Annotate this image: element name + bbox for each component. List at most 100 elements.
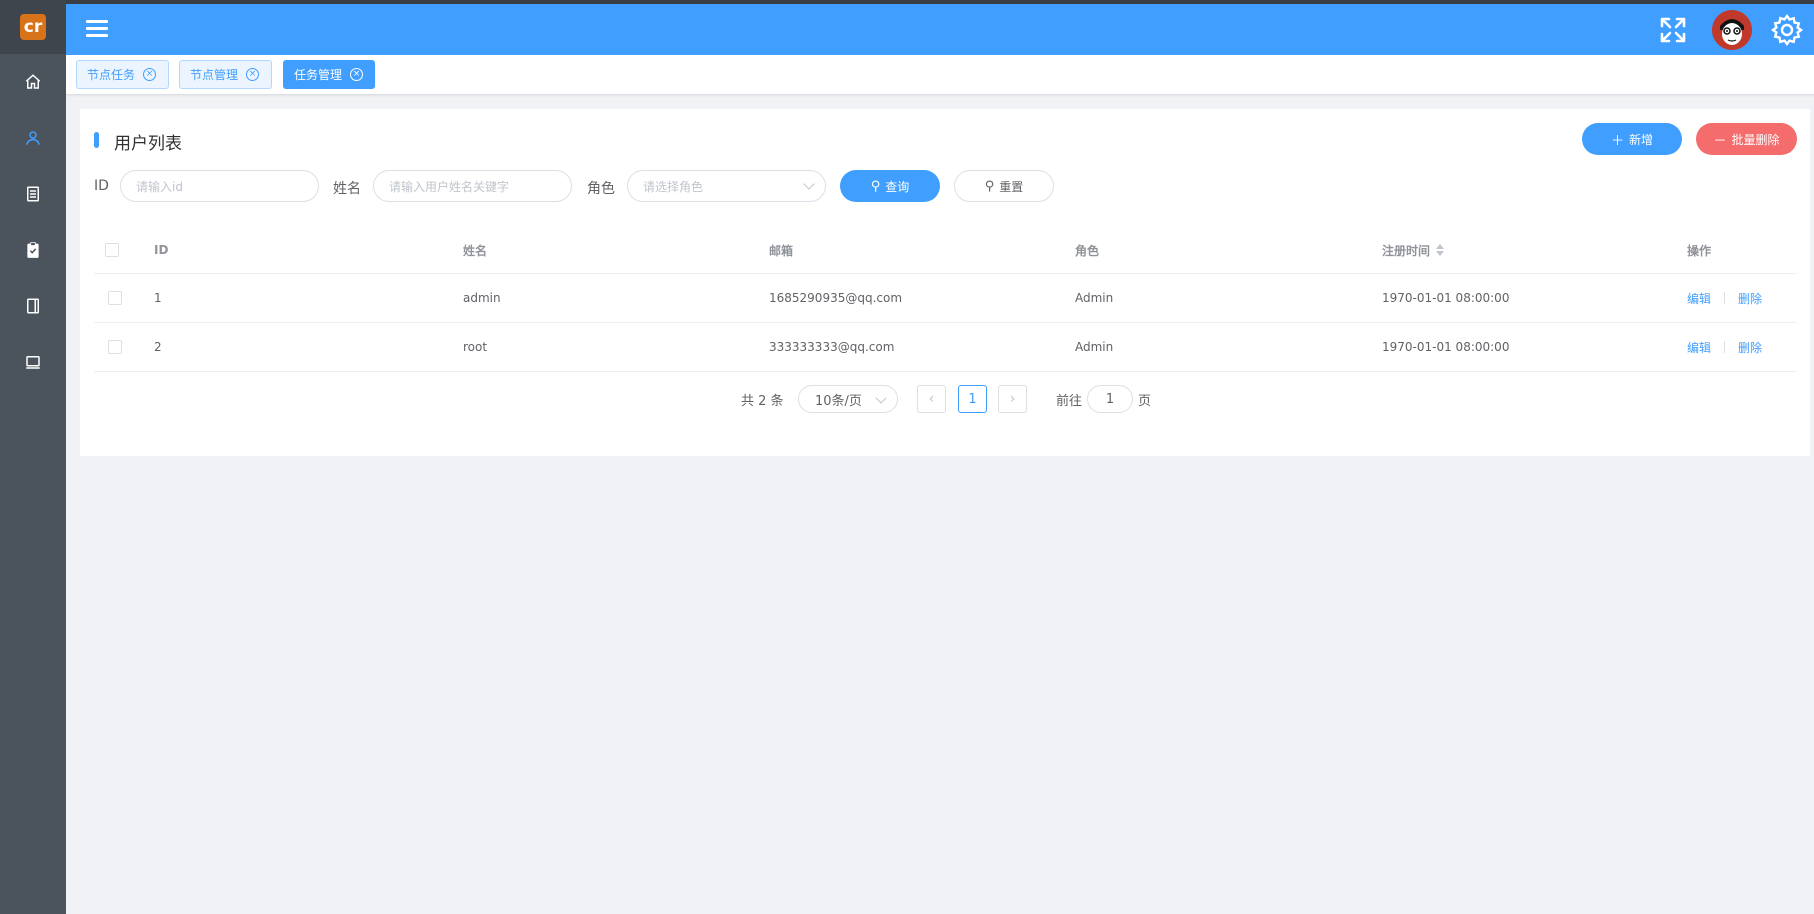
sidebar: cr <box>0 0 66 914</box>
delete-link[interactable]: 删除 <box>1738 339 1762 356</box>
tags-bar: 节点任务 × 节点管理 × 任务管理 × <box>66 55 1814 95</box>
reset-button[interactable]: ⚲ 重置 <box>954 170 1054 202</box>
plus-icon: ＋ <box>1610 133 1624 149</box>
divider <box>1724 292 1726 304</box>
avatar[interactable] <box>1712 9 1752 50</box>
notebook-icon <box>27 298 39 314</box>
page-suffix-label: 页 <box>1138 394 1152 409</box>
tag-label: 任务管理 <box>294 68 343 82</box>
cell-reg-time: 1970-01-01 08:00:00 <box>1382 340 1510 354</box>
table-row: 1 admin 1685290935@qq.com Admin 1970-01-… <box>94 274 1797 323</box>
id-label: ID <box>94 178 109 194</box>
sidebar-item-clipboard[interactable] <box>0 222 66 278</box>
app-logo: cr <box>20 14 46 40</box>
sidebar-item-document[interactable] <box>0 166 66 222</box>
menu-toggle-icon[interactable] <box>86 20 108 40</box>
row-checkbox[interactable] <box>108 291 122 305</box>
user-icon <box>26 131 40 145</box>
page-number-button[interactable]: 1 <box>958 385 987 413</box>
add-button-label: 新增 <box>1629 132 1654 147</box>
divider <box>1724 341 1726 353</box>
sidebar-item-notebook[interactable] <box>0 278 66 334</box>
name-input[interactable]: 请输入用户姓名关键字 <box>373 170 572 202</box>
cell-name: root <box>463 340 488 354</box>
title-accent <box>94 132 99 148</box>
add-button[interactable]: ＋ 新增 <box>1582 123 1682 155</box>
edit-link[interactable]: 编辑 <box>1687 339 1711 356</box>
cell-email: 333333333@qq.com <box>769 340 895 354</box>
goto-label: 前往 <box>1056 394 1083 409</box>
close-icon[interactable]: × <box>143 68 157 81</box>
user-table: ID 姓名 邮箱 角色 注册时间 操作 1 admin 1685290935@q… <box>94 227 1797 372</box>
close-icon[interactable]: × <box>350 68 364 81</box>
search-icon: ⚲ <box>870 178 881 194</box>
sidebar-item-user[interactable] <box>0 110 66 166</box>
cell-reg-time: 1970-01-01 08:00:00 <box>1382 291 1510 305</box>
next-page-button[interactable]: › <box>998 385 1027 413</box>
select-all-checkbox-cell <box>105 227 119 273</box>
tag-label: 节点任务 <box>87 68 136 82</box>
header-bar <box>66 4 1814 55</box>
page-size-select[interactable]: 10条/页 <box>798 385 898 413</box>
search-icon: ⚲ <box>984 178 995 194</box>
cell-id: 1 <box>154 291 162 305</box>
sidebar-item-monitor[interactable] <box>0 334 66 390</box>
chevron-left-icon: ‹ <box>928 391 935 407</box>
header-id: ID <box>154 243 169 257</box>
pagination: 共 2 条 10条/页 ‹ 1 › 前往 1 页 <box>80 383 1810 413</box>
query-label: 查询 <box>885 179 910 194</box>
header-reg-time[interactable]: 注册时间 <box>1382 227 1445 273</box>
query-button[interactable]: ⚲ 查询 <box>840 170 940 202</box>
settings-gear-icon[interactable] <box>1770 13 1804 47</box>
reset-label: 重置 <box>999 179 1024 194</box>
chevron-down-icon <box>875 392 887 404</box>
page-size-label: 10条/页 <box>815 393 862 409</box>
home-icon <box>25 74 41 89</box>
chevron-down-icon <box>803 178 815 190</box>
page-title: 用户列表 <box>114 134 182 154</box>
role-label: 角色 <box>587 181 615 197</box>
row-checkbox[interactable] <box>108 340 122 354</box>
select-all-checkbox[interactable] <box>105 243 119 257</box>
role-select[interactable]: 请选择角色 <box>627 170 826 202</box>
minus-icon: － <box>1713 133 1727 149</box>
id-input[interactable]: 请输入id <box>120 170 319 202</box>
name-label: 姓名 <box>333 181 361 197</box>
user-list-card: 用户列表 ＋ 新增 － 批量删除 ID 请输入id 姓名 请输入用户姓名关键字 … <box>80 109 1810 456</box>
cell-email: 1685290935@qq.com <box>769 291 903 305</box>
sidebar-item-home[interactable] <box>0 54 66 110</box>
logo-area[interactable]: cr <box>0 0 66 54</box>
batch-delete-button[interactable]: － 批量删除 <box>1696 123 1797 155</box>
row-checkbox-cell <box>108 274 122 322</box>
edit-link[interactable]: 编辑 <box>1687 290 1711 307</box>
fullscreen-icon[interactable] <box>1658 15 1688 45</box>
monitor-icon <box>26 356 40 369</box>
header-ops: 操作 <box>1687 243 1712 258</box>
cell-id: 2 <box>154 340 162 354</box>
tag-task-manage[interactable]: 任务管理 × <box>283 60 375 89</box>
header-reg-time-label: 注册时间 <box>1382 243 1431 258</box>
sort-icon[interactable] <box>1436 244 1445 256</box>
cell-role: Admin <box>1075 291 1114 305</box>
goto-page-input[interactable]: 1 <box>1087 385 1133 413</box>
table-header-row: ID 姓名 邮箱 角色 注册时间 操作 <box>94 227 1797 274</box>
header-email: 邮箱 <box>769 243 794 258</box>
batch-delete-label: 批量删除 <box>1731 132 1780 147</box>
name-placeholder: 请输入用户姓名关键字 <box>389 179 510 194</box>
avatar-face-icon <box>1712 9 1752 50</box>
close-icon[interactable]: × <box>246 68 260 81</box>
role-placeholder: 请选择角色 <box>643 179 704 194</box>
chevron-right-icon: › <box>1009 391 1016 407</box>
tag-node-manage[interactable]: 节点管理 × <box>179 60 272 89</box>
cell-ops: 编辑 删除 <box>1687 323 1762 371</box>
row-checkbox-cell <box>108 323 122 371</box>
prev-page-button[interactable]: ‹ <box>917 385 946 413</box>
delete-link[interactable]: 删除 <box>1738 290 1762 307</box>
id-placeholder: 请输入id <box>136 179 183 194</box>
tag-label: 节点管理 <box>190 68 239 82</box>
header-role: 角色 <box>1075 243 1100 258</box>
clipboard-check-icon <box>27 242 39 258</box>
tag-node-task[interactable]: 节点任务 × <box>76 60 169 89</box>
cell-role: Admin <box>1075 340 1114 354</box>
pagination-total: 共 2 条 <box>741 394 784 409</box>
